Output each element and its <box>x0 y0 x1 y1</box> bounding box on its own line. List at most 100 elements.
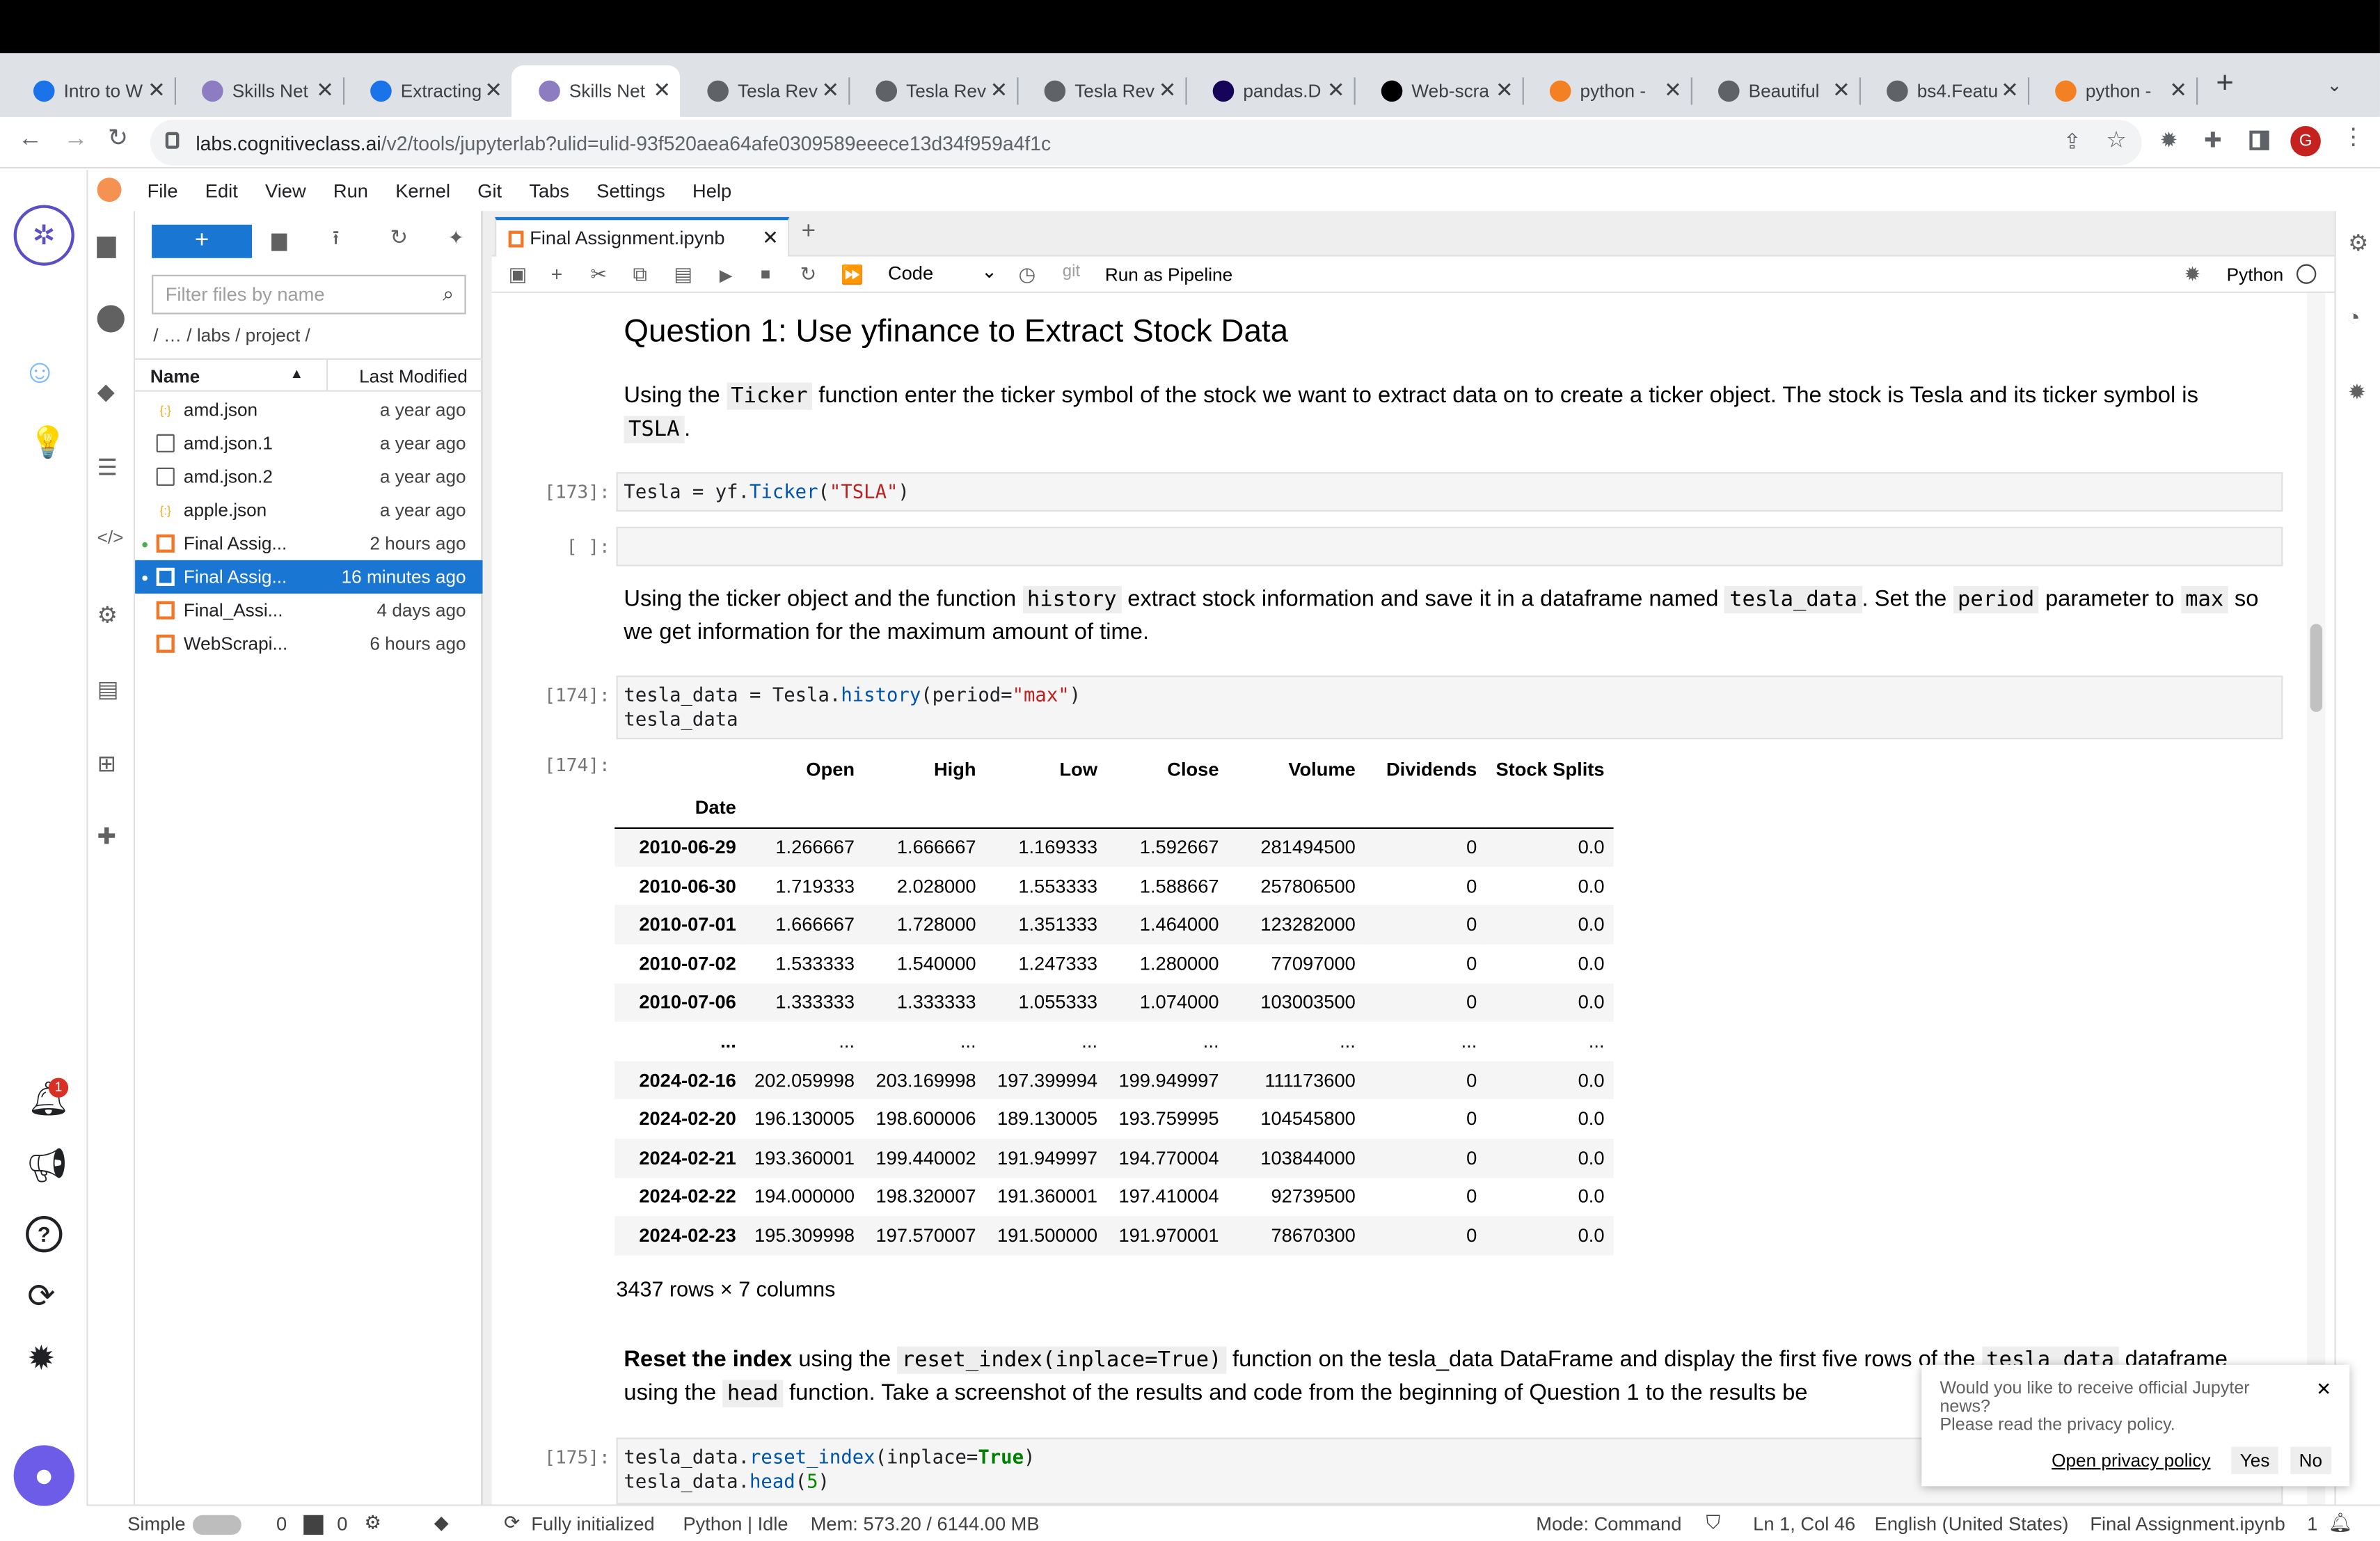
save-icon[interactable]: ▣ <box>509 262 527 287</box>
chatbot-icon[interactable]: ☺ <box>23 354 57 388</box>
tab-final-assignment[interactable]: Final Assignment.ipynb ✕ <box>495 216 790 257</box>
close-tab-icon[interactable]: ✕ <box>990 77 1008 103</box>
profile-avatar[interactable]: G <box>2290 126 2321 157</box>
browser-tab[interactable]: python - ✕ <box>1523 65 1692 117</box>
restart-icon[interactable]: ↻ <box>800 262 816 287</box>
close-tab-icon[interactable]: ✕ <box>1159 77 1177 103</box>
stop-icon[interactable]: ■ <box>761 266 771 284</box>
close-tab-icon[interactable]: ✕ <box>1327 77 1345 103</box>
menu-settings[interactable]: Settings <box>596 181 665 203</box>
extension-bug-icon[interactable]: ✹ <box>2160 129 2178 150</box>
skills-network-logo[interactable]: ✲ <box>13 205 74 266</box>
file-row[interactable]: amd.json.1 a year ago <box>135 427 482 460</box>
kernel-name[interactable]: Python <box>2227 264 2283 286</box>
toast-yes-button[interactable]: Yes <box>2230 1446 2279 1474</box>
file-row[interactable]: {:} apple.json a year ago <box>135 493 482 527</box>
column-name-header[interactable]: Name <box>150 366 200 388</box>
new-folder-icon[interactable]: ▆ <box>271 229 287 248</box>
breadcrumb[interactable]: / … / labs / project / <box>153 325 310 347</box>
status-bell-icon[interactable]: 🔔︎ <box>2329 1514 2353 1533</box>
run-as-pipeline-button[interactable]: Run as Pipeline <box>1105 264 1232 286</box>
sort-asc-icon[interactable]: ▲ <box>290 367 303 381</box>
forward-icon[interactable]: → <box>64 127 88 152</box>
file-row[interactable]: ● Final Assig... 16 minutes ago <box>135 560 483 594</box>
resource-gauge-icon[interactable]: ◔ <box>2347 307 2361 330</box>
side-panel-icon[interactable] <box>2249 130 2269 150</box>
browser-tab[interactable]: Tesla Rev ✕ <box>1017 65 1187 117</box>
browser-tab[interactable]: Skills Net ✕ <box>175 65 345 117</box>
close-tab-icon[interactable]: ✕ <box>148 77 166 103</box>
kernel-status[interactable]: Python | Idle <box>683 1514 788 1535</box>
close-tab-icon[interactable]: ✕ <box>1664 77 1682 103</box>
markdown-cell-1[interactable]: Using the Ticker function enter the tick… <box>624 379 2263 446</box>
browser-tab[interactable]: bs4.Featu ✕ <box>1859 65 2030 117</box>
menu-edit[interactable]: Edit <box>205 181 238 203</box>
browser-tab[interactable]: Tesla Rev ✕ <box>848 65 1019 117</box>
bookmark-star-icon[interactable]: ☆ <box>2106 129 2126 152</box>
cursor-position[interactable]: Ln 1, Col 46 <box>1753 1514 1855 1535</box>
new-tab-icon[interactable]: + <box>2216 68 2233 99</box>
extension-blocks-icon[interactable]: ⊞ <box>97 750 116 777</box>
column-modified-header[interactable]: Last Modified <box>359 366 468 388</box>
property-inspector-icon[interactable]: ⚙ <box>2348 232 2368 255</box>
menu-help[interactable]: Help <box>692 181 731 203</box>
menu-tabs[interactable]: Tabs <box>529 181 569 203</box>
git-label[interactable]: git <box>1063 262 1080 280</box>
insert-cell-icon[interactable]: + <box>551 262 563 285</box>
code-cell-empty[interactable] <box>616 526 2283 567</box>
close-tab-icon[interactable]: ✕ <box>2169 77 2187 103</box>
theme-sun-icon[interactable]: ✹ <box>27 1341 55 1375</box>
simple-mode-toggle[interactable] <box>192 1515 241 1535</box>
close-tab-icon[interactable]: ✕ <box>653 77 671 103</box>
notebook-scrollbar[interactable] <box>2307 292 2326 1505</box>
new-launcher-button[interactable]: + <box>152 224 253 258</box>
open-privacy-policy-link[interactable]: Open privacy policy <box>2042 1447 2220 1474</box>
markdown-cell-2[interactable]: Using the ticker object and the function… <box>624 583 2263 650</box>
code-snippets-icon[interactable]: </> <box>97 527 124 548</box>
browser-tab[interactable]: Skills Net ✕ <box>511 65 681 117</box>
copy-icon[interactable]: ⧉ <box>633 262 647 287</box>
menu-kernel[interactable]: Kernel <box>395 181 450 203</box>
close-tab-icon[interactable]: ✕ <box>316 77 334 103</box>
menu-run[interactable]: Run <box>333 181 368 203</box>
help-icon[interactable]: ? <box>26 1216 63 1253</box>
clock-icon[interactable]: ◷ <box>1019 262 1036 287</box>
extensions-puzzle-icon[interactable]: ✚ <box>2204 129 2222 150</box>
panel-splitter[interactable] <box>482 211 492 1505</box>
upload-icon[interactable]: ⭱ <box>333 228 340 247</box>
close-tab-icon[interactable]: ✕ <box>1496 77 1514 103</box>
close-tab-icon[interactable]: ✕ <box>762 228 779 247</box>
browser-tab[interactable]: Web-scra ✕ <box>1354 65 1524 117</box>
file-row[interactable]: Final_Assi... 4 days ago <box>135 594 482 627</box>
file-row[interactable]: {:} amd.json a year ago <box>135 393 482 427</box>
cell-type-select[interactable]: Code ⌄ <box>888 262 997 284</box>
code-cell-history[interactable]: tesla_data = Tesla.history(period="max")… <box>616 675 2283 740</box>
debugger-bug-icon[interactable]: ✹ <box>2348 381 2366 402</box>
file-row[interactable]: amd.json.2 a year ago <box>135 460 482 493</box>
megaphone-icon[interactable]: 📢︎ <box>26 1148 68 1183</box>
close-tab-icon[interactable]: ✕ <box>822 77 840 103</box>
toast-no-button[interactable]: No <box>2290 1446 2332 1474</box>
paste-icon[interactable]: ▤ <box>674 262 692 287</box>
menu-git[interactable]: Git <box>477 181 502 203</box>
reload-icon[interactable]: ↻ <box>108 127 128 152</box>
browser-tab[interactable]: python - ✕ <box>2028 65 2198 117</box>
git-clone-icon[interactable]: ✦ <box>447 228 464 247</box>
elyra-catalog-icon[interactable]: ▤ <box>97 676 119 703</box>
git-status-icon[interactable]: ◆ <box>434 1514 449 1533</box>
user-avatar-icon[interactable]: ● <box>13 1445 74 1506</box>
table-of-contents-icon[interactable]: ☰ <box>97 454 118 481</box>
extension-manager-icon[interactable]: ✚ <box>97 823 116 850</box>
browser-tab[interactable]: Beautiful ✕ <box>1691 65 1862 117</box>
folder-icon[interactable]: ▆ <box>97 229 116 260</box>
running-sessions-icon[interactable] <box>97 305 125 333</box>
code-cell-ticker[interactable]: Tesla = yf.Ticker("TSLA") <box>616 472 2283 512</box>
file-row[interactable]: WebScrapi... 6 hours ago <box>135 627 482 661</box>
refresh-icon[interactable]: ↻ <box>390 226 408 248</box>
address-bar[interactable]: labs.cognitiveclass.ai/v2/tools/jupyterl… <box>150 120 2142 166</box>
add-tab-icon[interactable]: + <box>802 219 816 244</box>
display-language[interactable]: English (United States) <box>1875 1514 2069 1535</box>
git-icon[interactable]: ◆ <box>97 378 115 405</box>
browser-tab[interactable]: pandas.D ✕ <box>1185 65 1356 117</box>
close-tab-icon[interactable]: ✕ <box>2001 77 2019 103</box>
